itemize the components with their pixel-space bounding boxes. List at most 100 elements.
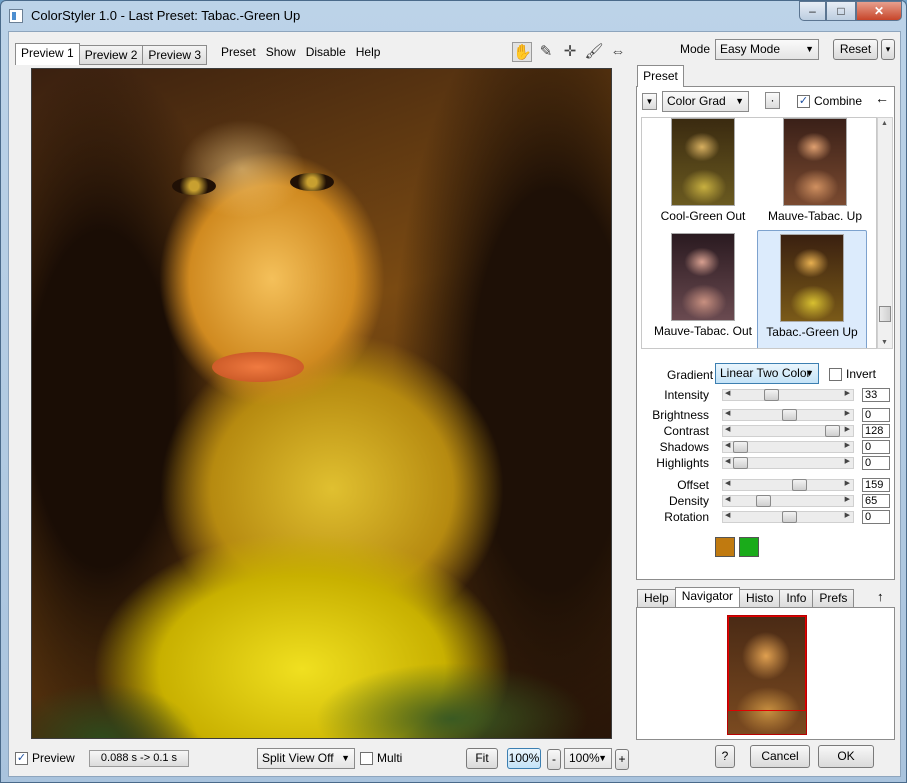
preset-item[interactable]: Cool-Green Out xyxy=(648,118,758,223)
slider-right-arrow-icon[interactable]: ▶ xyxy=(845,457,850,465)
zoom-out-button[interactable]: - xyxy=(547,749,561,770)
brush-icon[interactable]: 🖌 xyxy=(584,42,604,62)
slider-left-arrow-icon[interactable]: ◀ xyxy=(725,479,730,487)
menu-show[interactable]: Show xyxy=(266,45,296,59)
preset-scrollbar[interactable]: ▲ ▼ xyxy=(877,117,893,349)
zoom-100-button[interactable]: 100% xyxy=(507,748,541,769)
slider-left-arrow-icon[interactable]: ◀ xyxy=(725,389,730,397)
tab-navigator[interactable]: Navigator xyxy=(674,587,741,608)
slider-knob[interactable] xyxy=(756,495,772,507)
slider-knob[interactable] xyxy=(824,425,840,437)
tab-preview-3[interactable]: Preview 3 xyxy=(142,45,208,65)
color-swatch-2[interactable] xyxy=(739,537,759,557)
tab-histo[interactable]: Histo xyxy=(739,589,781,608)
back-arrow-icon[interactable]: ← xyxy=(875,90,889,106)
split-view-select[interactable]: Split View Off ▼ xyxy=(257,748,355,769)
tab-info[interactable]: Info xyxy=(779,589,814,608)
preset-item-selected[interactable]: Tabac.-Green Up xyxy=(757,230,867,348)
slider-right-arrow-icon[interactable]: ▶ xyxy=(845,409,850,417)
multi-checkbox[interactable] xyxy=(360,751,373,765)
mode-select[interactable]: Easy Mode ▼ xyxy=(715,39,819,60)
ok-button[interactable]: OK xyxy=(818,745,874,768)
tab-preview-2[interactable]: Preview 2 xyxy=(78,45,144,65)
slider-left-arrow-icon[interactable]: ◀ xyxy=(725,441,730,449)
preset-item[interactable]: Mauve-Tabac. Out xyxy=(648,233,758,338)
zoom-in-button[interactable]: + xyxy=(615,749,629,770)
maximize-button[interactable]: □ xyxy=(826,1,856,21)
minimize-button[interactable]: – xyxy=(799,1,826,21)
preset-item[interactable]: Mauve-Tabac. Up xyxy=(760,118,870,223)
close-button[interactable]: ✕ xyxy=(856,1,902,21)
slider-knob[interactable] xyxy=(764,389,780,401)
param-value-field[interactable]: 33 xyxy=(862,388,890,402)
help-button[interactable]: ? xyxy=(715,745,735,768)
preset-menu-dropdown[interactable]: ▼ xyxy=(642,93,657,110)
eyedropper-icon[interactable]: ✎ xyxy=(536,42,556,62)
scroll-down-icon[interactable]: ▼ xyxy=(881,339,888,346)
crosshair-icon[interactable]: ✛ xyxy=(560,42,580,62)
slider-left-arrow-icon[interactable]: ◀ xyxy=(725,511,730,519)
menu-preset[interactable]: Preset xyxy=(221,45,256,59)
tab-preset[interactable]: Preset xyxy=(637,65,684,87)
multi-option[interactable]: Multi xyxy=(360,751,402,765)
scrollbar-thumb[interactable] xyxy=(879,306,891,322)
slider-knob[interactable] xyxy=(781,409,797,421)
dot-button[interactable]: · xyxy=(765,92,780,109)
slider-knob[interactable] xyxy=(781,511,797,523)
zoom-select[interactable]: 100% ▼ xyxy=(564,748,612,769)
color-swatch-1[interactable] xyxy=(715,537,735,557)
param-slider[interactable]: ◀ ▶ xyxy=(722,511,854,523)
slider-right-arrow-icon[interactable]: ▶ xyxy=(845,441,850,449)
gradient-select[interactable]: Linear Two Color ▼ xyxy=(715,363,819,384)
reset-menu-button[interactable]: ▾ xyxy=(881,39,895,60)
param-slider[interactable]: ◀ ▶ xyxy=(722,457,854,469)
hand-icon[interactable]: ✋ xyxy=(512,42,532,62)
preview-toggle[interactable]: ✓ Preview xyxy=(15,751,75,765)
param-slider[interactable]: ◀ ▶ xyxy=(722,389,854,401)
param-value-field[interactable]: 159 xyxy=(862,478,890,492)
split-arrows-icon[interactable]: ⇔ xyxy=(608,42,628,62)
slider-left-arrow-icon[interactable]: ◀ xyxy=(725,409,730,417)
menu-help[interactable]: Help xyxy=(356,45,381,59)
slider-knob[interactable] xyxy=(733,441,749,453)
param-slider[interactable]: ◀ ▶ xyxy=(722,495,854,507)
navigator-thumbnail[interactable] xyxy=(727,615,807,735)
param-value-field[interactable]: 0 xyxy=(862,440,890,454)
param-slider[interactable]: ◀ ▶ xyxy=(722,479,854,491)
menu-disable[interactable]: Disable xyxy=(306,45,346,59)
tab-help[interactable]: Help xyxy=(637,589,676,608)
reset-button[interactable]: Reset xyxy=(833,39,878,60)
param-value-field[interactable]: 0 xyxy=(862,510,890,524)
param-value-field[interactable]: 65 xyxy=(862,494,890,508)
cancel-button[interactable]: Cancel xyxy=(750,745,810,768)
fit-button[interactable]: Fit xyxy=(466,748,498,769)
scroll-up-icon[interactable]: ▲ xyxy=(881,120,888,127)
invert-checkbox[interactable] xyxy=(829,367,842,381)
param-value-field[interactable]: 0 xyxy=(862,408,890,422)
preview-checkbox[interactable]: ✓ xyxy=(15,751,28,765)
category-select[interactable]: Color Grad ▼ xyxy=(662,91,749,112)
slider-left-arrow-icon[interactable]: ◀ xyxy=(725,425,730,433)
slider-knob[interactable] xyxy=(733,457,749,469)
param-value-field[interactable]: 0 xyxy=(862,456,890,470)
preview-image[interactable] xyxy=(31,68,612,739)
slider-left-arrow-icon[interactable]: ◀ xyxy=(725,495,730,503)
param-slider[interactable]: ◀ ▶ xyxy=(722,425,854,437)
navigator-view-rect[interactable] xyxy=(728,616,806,711)
tab-preview-1[interactable]: Preview 1 xyxy=(15,43,80,65)
param-slider[interactable]: ◀ ▶ xyxy=(722,409,854,421)
slider-left-arrow-icon[interactable]: ◀ xyxy=(725,457,730,465)
combine-option[interactable]: ✓ Combine xyxy=(797,94,862,108)
invert-option[interactable]: Invert xyxy=(829,367,876,381)
param-value-field[interactable]: 128 xyxy=(862,424,890,438)
slider-knob[interactable] xyxy=(791,479,807,491)
combine-checkbox[interactable]: ✓ xyxy=(797,94,810,108)
tab-prefs[interactable]: Prefs xyxy=(812,589,855,608)
slider-right-arrow-icon[interactable]: ▶ xyxy=(845,511,850,519)
param-slider[interactable]: ◀ ▶ xyxy=(722,441,854,453)
slider-right-arrow-icon[interactable]: ▶ xyxy=(845,425,850,433)
slider-right-arrow-icon[interactable]: ▶ xyxy=(845,389,850,397)
slider-right-arrow-icon[interactable]: ▶ xyxy=(845,495,850,503)
up-arrow-icon[interactable]: ↑ xyxy=(877,589,884,604)
slider-right-arrow-icon[interactable]: ▶ xyxy=(845,479,850,487)
